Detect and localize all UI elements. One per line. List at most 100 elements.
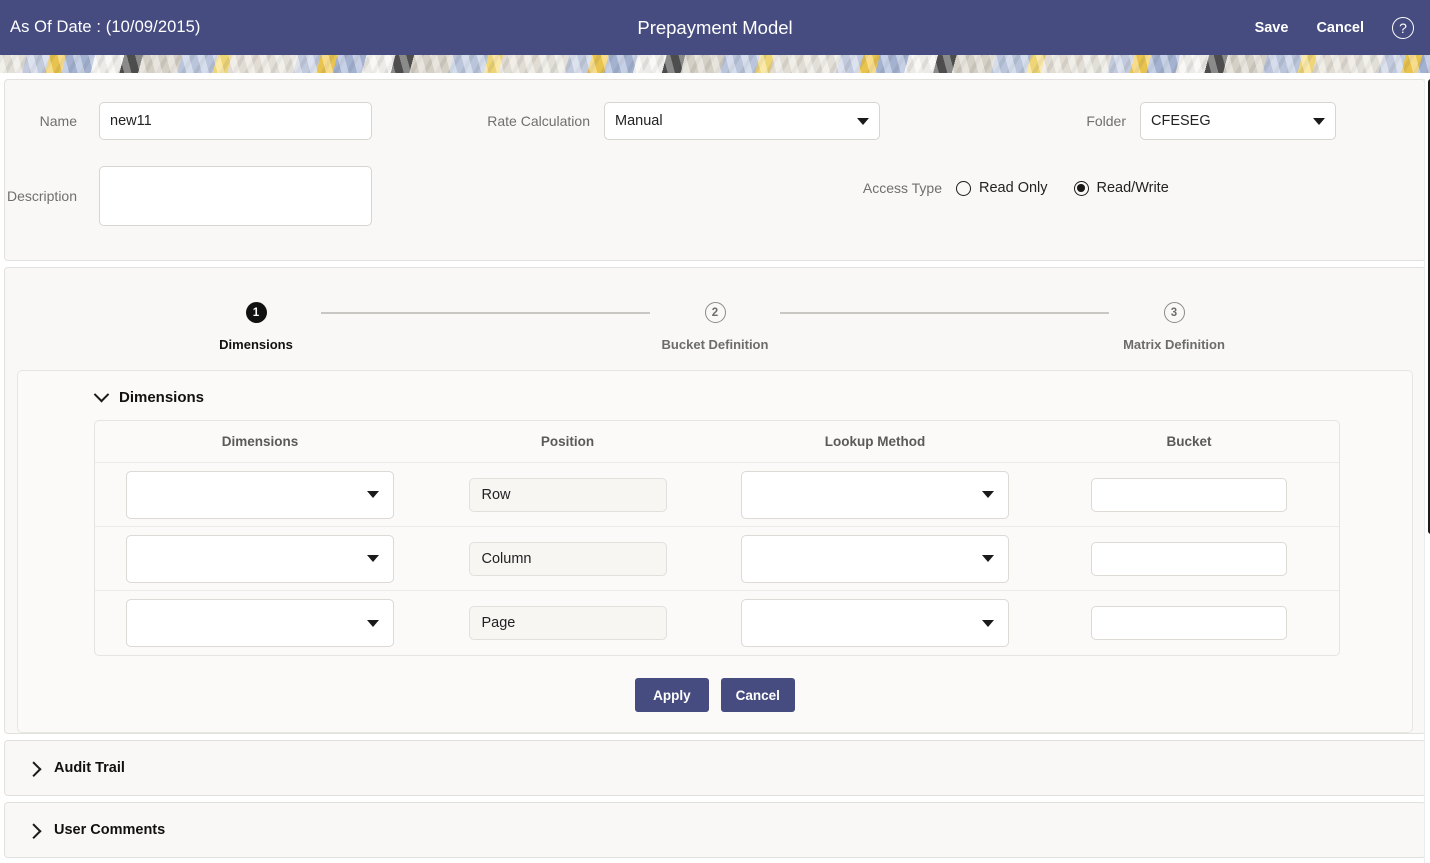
column-header-dimensions: Dimensions bbox=[95, 434, 425, 449]
access-type-radio-group: Read Only Read/Write bbox=[956, 180, 1169, 196]
radio-circle-icon bbox=[956, 181, 971, 196]
description-field-group: Description bbox=[5, 166, 372, 226]
step-label-bucket-definition: Bucket Definition bbox=[662, 337, 769, 352]
dimension-select[interactable] bbox=[126, 471, 394, 519]
bucket-cell bbox=[1040, 542, 1338, 576]
header-actions: Save Cancel ? bbox=[1255, 17, 1430, 39]
bucket-cell bbox=[1040, 478, 1338, 512]
wizard-stepper: 1 Dimensions 2 Bucket Definition 3 Matri… bbox=[5, 292, 1425, 352]
position-input: Row bbox=[469, 478, 667, 512]
column-header-bucket: Bucket bbox=[1040, 434, 1338, 449]
lookup-method-select[interactable] bbox=[741, 535, 1009, 583]
page-body: Name new11 Rate Calculation Manual Folde… bbox=[0, 79, 1430, 863]
bucket-input[interactable] bbox=[1091, 606, 1287, 640]
folder-select[interactable]: CFESEG bbox=[1140, 102, 1336, 140]
as-of-date-label: As Of Date : (10/09/2015) bbox=[10, 18, 201, 37]
chevron-down-icon bbox=[857, 118, 869, 125]
radio-read-write-label: Read/Write bbox=[1097, 180, 1169, 196]
step-label-dimensions: Dimensions bbox=[219, 337, 293, 352]
position-cell: Page bbox=[425, 606, 710, 640]
lookup-method-cell bbox=[710, 471, 1040, 519]
position-cell: Row bbox=[425, 478, 710, 512]
name-label: Name bbox=[5, 113, 77, 129]
name-input[interactable]: new11 bbox=[99, 102, 372, 140]
chevron-down-icon bbox=[982, 491, 994, 498]
step-number-2: 2 bbox=[705, 302, 726, 323]
wizard-step-matrix-definition[interactable]: 3 Matrix Definition bbox=[1109, 302, 1239, 352]
wizard-step-dimensions[interactable]: 1 Dimensions bbox=[191, 302, 321, 352]
step-number-1: 1 bbox=[246, 302, 267, 323]
radio-circle-selected-icon bbox=[1074, 181, 1089, 196]
folder-group: Folder CFESEG bbox=[1070, 102, 1336, 140]
rate-calculation-value: Manual bbox=[615, 113, 663, 129]
rate-calculation-select[interactable]: Manual bbox=[604, 102, 880, 140]
radio-read-write[interactable]: Read/Write bbox=[1074, 180, 1169, 196]
dimension-cell bbox=[95, 471, 425, 519]
app-header-bar: As Of Date : (10/09/2015) Prepayment Mod… bbox=[0, 0, 1430, 55]
details-row-1: Name new11 Rate Calculation Manual Folde… bbox=[5, 102, 1425, 140]
lookup-method-select[interactable] bbox=[741, 471, 1009, 519]
lookup-method-select[interactable] bbox=[741, 599, 1009, 647]
accordion-user-comments-label: User Comments bbox=[54, 822, 165, 838]
description-input[interactable] bbox=[99, 166, 372, 226]
radio-read-only[interactable]: Read Only bbox=[956, 180, 1048, 196]
panel-actions: Apply Cancel bbox=[18, 678, 1412, 712]
dimensions-panel: Dimensions Dimensions Position Lookup Me… bbox=[17, 370, 1413, 733]
rate-calculation-group: Rate Calculation Manual bbox=[450, 102, 880, 140]
table-row: Row bbox=[95, 463, 1339, 527]
wizard-card: 1 Dimensions 2 Bucket Definition 3 Matri… bbox=[4, 267, 1426, 734]
dimension-select[interactable] bbox=[126, 535, 394, 583]
position-input: Page bbox=[469, 606, 667, 640]
step-number-3: 3 bbox=[1164, 302, 1185, 323]
chevron-down-icon bbox=[367, 555, 379, 562]
chevron-right-icon bbox=[26, 823, 42, 839]
bucket-input[interactable] bbox=[1091, 478, 1287, 512]
model-details-card: Name new11 Rate Calculation Manual Folde… bbox=[4, 79, 1426, 261]
stepper-connector-2 bbox=[780, 312, 1109, 314]
stepper-connector-1 bbox=[321, 312, 650, 314]
chevron-down-icon bbox=[367, 620, 379, 627]
bucket-cell bbox=[1040, 606, 1338, 640]
name-field-group: Name new11 bbox=[5, 102, 372, 140]
table-row: Column bbox=[95, 527, 1339, 591]
cancel-button[interactable]: Cancel bbox=[1316, 20, 1364, 36]
column-header-position: Position bbox=[425, 434, 710, 449]
wizard-step-bucket-definition[interactable]: 2 Bucket Definition bbox=[650, 302, 780, 352]
rate-calculation-label: Rate Calculation bbox=[450, 113, 590, 129]
apply-button[interactable]: Apply bbox=[635, 678, 709, 712]
bucket-input[interactable] bbox=[1091, 542, 1287, 576]
lookup-method-cell bbox=[710, 535, 1040, 583]
accordion-user-comments[interactable]: User Comments bbox=[4, 802, 1426, 858]
dimension-cell bbox=[95, 599, 425, 647]
access-type-label: Access Type bbox=[846, 180, 942, 196]
dimension-cell bbox=[95, 535, 425, 583]
panel-cancel-button[interactable]: Cancel bbox=[721, 678, 795, 712]
radio-read-only-label: Read Only bbox=[979, 180, 1048, 196]
chevron-down-icon bbox=[982, 555, 994, 562]
step-label-matrix-definition: Matrix Definition bbox=[1123, 337, 1225, 352]
table-row: Page bbox=[95, 591, 1339, 655]
decorative-texture-band bbox=[0, 55, 1430, 73]
position-cell: Column bbox=[425, 542, 710, 576]
chevron-right-icon bbox=[26, 761, 42, 777]
dimensions-panel-header[interactable]: Dimensions bbox=[18, 385, 1412, 406]
save-button[interactable]: Save bbox=[1255, 20, 1289, 36]
dimensions-panel-title: Dimensions bbox=[119, 389, 204, 406]
dimensions-table: Dimensions Position Lookup Method Bucket… bbox=[94, 420, 1340, 656]
vertical-scrollbar[interactable] bbox=[1424, 79, 1430, 863]
chevron-down-icon bbox=[94, 387, 110, 403]
help-icon[interactable]: ? bbox=[1392, 17, 1414, 39]
folder-value: CFESEG bbox=[1151, 113, 1211, 129]
access-type-group: Access Type Read Only Read/Write bbox=[846, 180, 1169, 196]
table-header-row: Dimensions Position Lookup Method Bucket bbox=[95, 421, 1339, 463]
dimension-select[interactable] bbox=[126, 599, 394, 647]
accordion-audit-trail[interactable]: Audit Trail bbox=[4, 740, 1426, 796]
accordion-audit-trail-label: Audit Trail bbox=[54, 760, 125, 776]
details-row-2: Description Access Type Read Only Read/W… bbox=[5, 166, 1425, 226]
position-input: Column bbox=[469, 542, 667, 576]
chevron-down-icon bbox=[982, 620, 994, 627]
column-header-lookup-method: Lookup Method bbox=[710, 434, 1040, 449]
folder-label: Folder bbox=[1070, 113, 1126, 129]
page-title: Prepayment Model bbox=[0, 17, 1430, 39]
chevron-down-icon bbox=[367, 491, 379, 498]
